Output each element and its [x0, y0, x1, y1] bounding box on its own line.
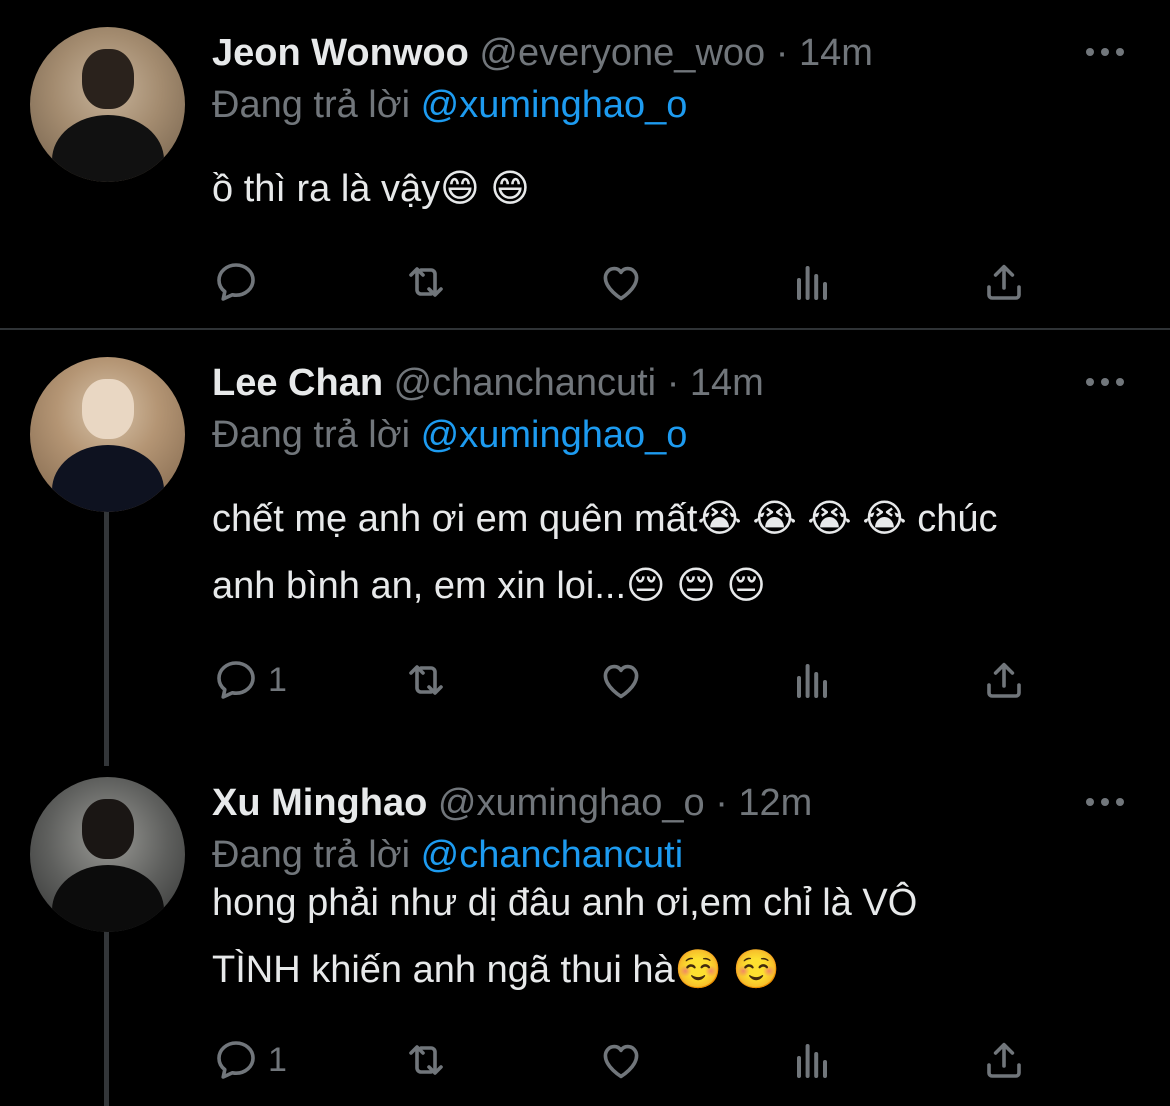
tweet-text: ồ thì ra là vậy😄 😄 — [212, 156, 1112, 223]
tweet-text-line: hong phải như dị đâu anh ơi,em chỉ là VÔ — [212, 882, 918, 924]
avatar-figure-head — [82, 49, 134, 109]
avatar[interactable] — [30, 27, 185, 182]
tweet-text-line: TÌNH khiến anh ngã thui hà☺️ ☺️ — [212, 949, 780, 991]
separator-dot: · — [666, 362, 680, 404]
tweet-text-line: ồ thì ra là vậy😄 😄 — [212, 168, 530, 210]
username[interactable]: @everyone_woo — [479, 32, 765, 74]
like-button[interactable] — [597, 655, 645, 705]
retweet-button[interactable] — [402, 257, 450, 307]
more-icon[interactable] — [1086, 46, 1126, 58]
tweet-card[interactable]: Lee Chan @chanchancuti · 14m Đang trả lờ… — [0, 330, 1170, 766]
reply-count: 1 — [268, 1040, 287, 1079]
avatar[interactable] — [30, 777, 185, 932]
tweet-header: Xu Minghao @xuminghao_o · 12m — [212, 780, 812, 826]
replying-prefix: Đang trả lời — [212, 84, 411, 126]
reply-count: 1 — [268, 660, 287, 699]
heart-icon — [603, 664, 639, 699]
avatar-figure-head — [82, 799, 134, 859]
reply-button[interactable]: 1 — [212, 655, 287, 705]
replying-to: Đang trả lời @xuminghao_o — [212, 82, 687, 128]
views-icon — [797, 664, 827, 698]
retweet-icon — [409, 665, 443, 695]
reply-icon — [217, 1041, 255, 1079]
share-button[interactable] — [980, 655, 1028, 705]
tweet-actions: 1 — [212, 1035, 1042, 1085]
timestamp[interactable]: 14m — [690, 362, 764, 404]
avatar-figure-body — [52, 445, 164, 512]
tweet-card[interactable]: Jeon Wonwoo @everyone_woo · 14m Đang trả… — [0, 0, 1170, 330]
views-button[interactable] — [789, 257, 837, 307]
reply-icon — [217, 661, 255, 699]
views-icon — [797, 266, 827, 300]
reply-icon — [217, 263, 255, 301]
reply-button[interactable]: 1 — [212, 1035, 287, 1085]
share-button[interactable] — [980, 257, 1028, 307]
thread-connector — [104, 510, 109, 766]
views-button[interactable] — [789, 655, 837, 705]
tweet-feed: Jeon Wonwoo @everyone_woo · 14m Đang trả… — [0, 0, 1170, 1106]
like-button[interactable] — [597, 1035, 645, 1085]
timestamp[interactable]: 14m — [799, 32, 873, 74]
tweet-actions — [212, 257, 1042, 307]
replying-mention[interactable]: @xuminghao_o — [421, 84, 688, 126]
tweet-header: Jeon Wonwoo @everyone_woo · 14m — [212, 30, 873, 76]
more-icon[interactable] — [1086, 796, 1126, 808]
like-button[interactable] — [597, 257, 645, 307]
more-icon[interactable] — [1086, 376, 1126, 388]
separator-dot: · — [715, 782, 728, 824]
username[interactable]: @chanchancuti — [394, 362, 657, 404]
tweet-header: Lee Chan @chanchancuti · 14m — [212, 360, 764, 406]
tweet-text-line: chết mẹ anh ơi em quên mất😭 😭 😭 😭 chúc — [212, 498, 998, 540]
replying-mention[interactable]: @xuminghao_o — [421, 414, 688, 456]
share-icon — [987, 662, 1021, 698]
avatar-figure-body — [52, 865, 164, 932]
heart-icon — [603, 1044, 639, 1079]
display-name[interactable]: Lee Chan — [212, 362, 383, 404]
tweet-text-line: anh bình an, em xin loi...😔 😔 😔 — [212, 565, 766, 607]
retweet-button[interactable] — [402, 655, 450, 705]
tweet-text: chết mẹ anh ơi em quên mất😭 😭 😭 😭 chúc a… — [212, 486, 1112, 620]
tweet-text: hong phải như dị đâu anh ơi,em chỉ là VÔ… — [212, 870, 1112, 1004]
avatar-figure-head — [82, 379, 134, 439]
views-icon — [797, 1044, 827, 1078]
avatar-figure-body — [52, 115, 164, 182]
share-icon — [987, 264, 1021, 300]
reply-button[interactable] — [212, 257, 268, 307]
avatar[interactable] — [30, 357, 185, 512]
replying-to: Đang trả lời @xuminghao_o — [212, 412, 687, 458]
thread-connector — [104, 910, 109, 1106]
share-icon — [987, 1042, 1021, 1078]
share-button[interactable] — [980, 1035, 1028, 1085]
display-name[interactable]: Xu Minghao — [212, 782, 427, 824]
timestamp[interactable]: 12m — [738, 782, 812, 824]
retweet-icon — [409, 1045, 443, 1075]
retweet-icon — [409, 267, 443, 297]
display-name[interactable]: Jeon Wonwoo — [212, 32, 469, 74]
username[interactable]: @xuminghao_o — [438, 782, 705, 824]
heart-icon — [603, 266, 639, 301]
tweet-card[interactable]: Xu Minghao @xuminghao_o · 12m Đang trả l… — [0, 750, 1170, 1106]
tweet-actions: 1 — [212, 655, 1042, 705]
views-button[interactable] — [789, 1035, 837, 1085]
retweet-button[interactable] — [402, 1035, 450, 1085]
separator-dot: · — [775, 32, 789, 74]
replying-prefix: Đang trả lời — [212, 414, 411, 456]
